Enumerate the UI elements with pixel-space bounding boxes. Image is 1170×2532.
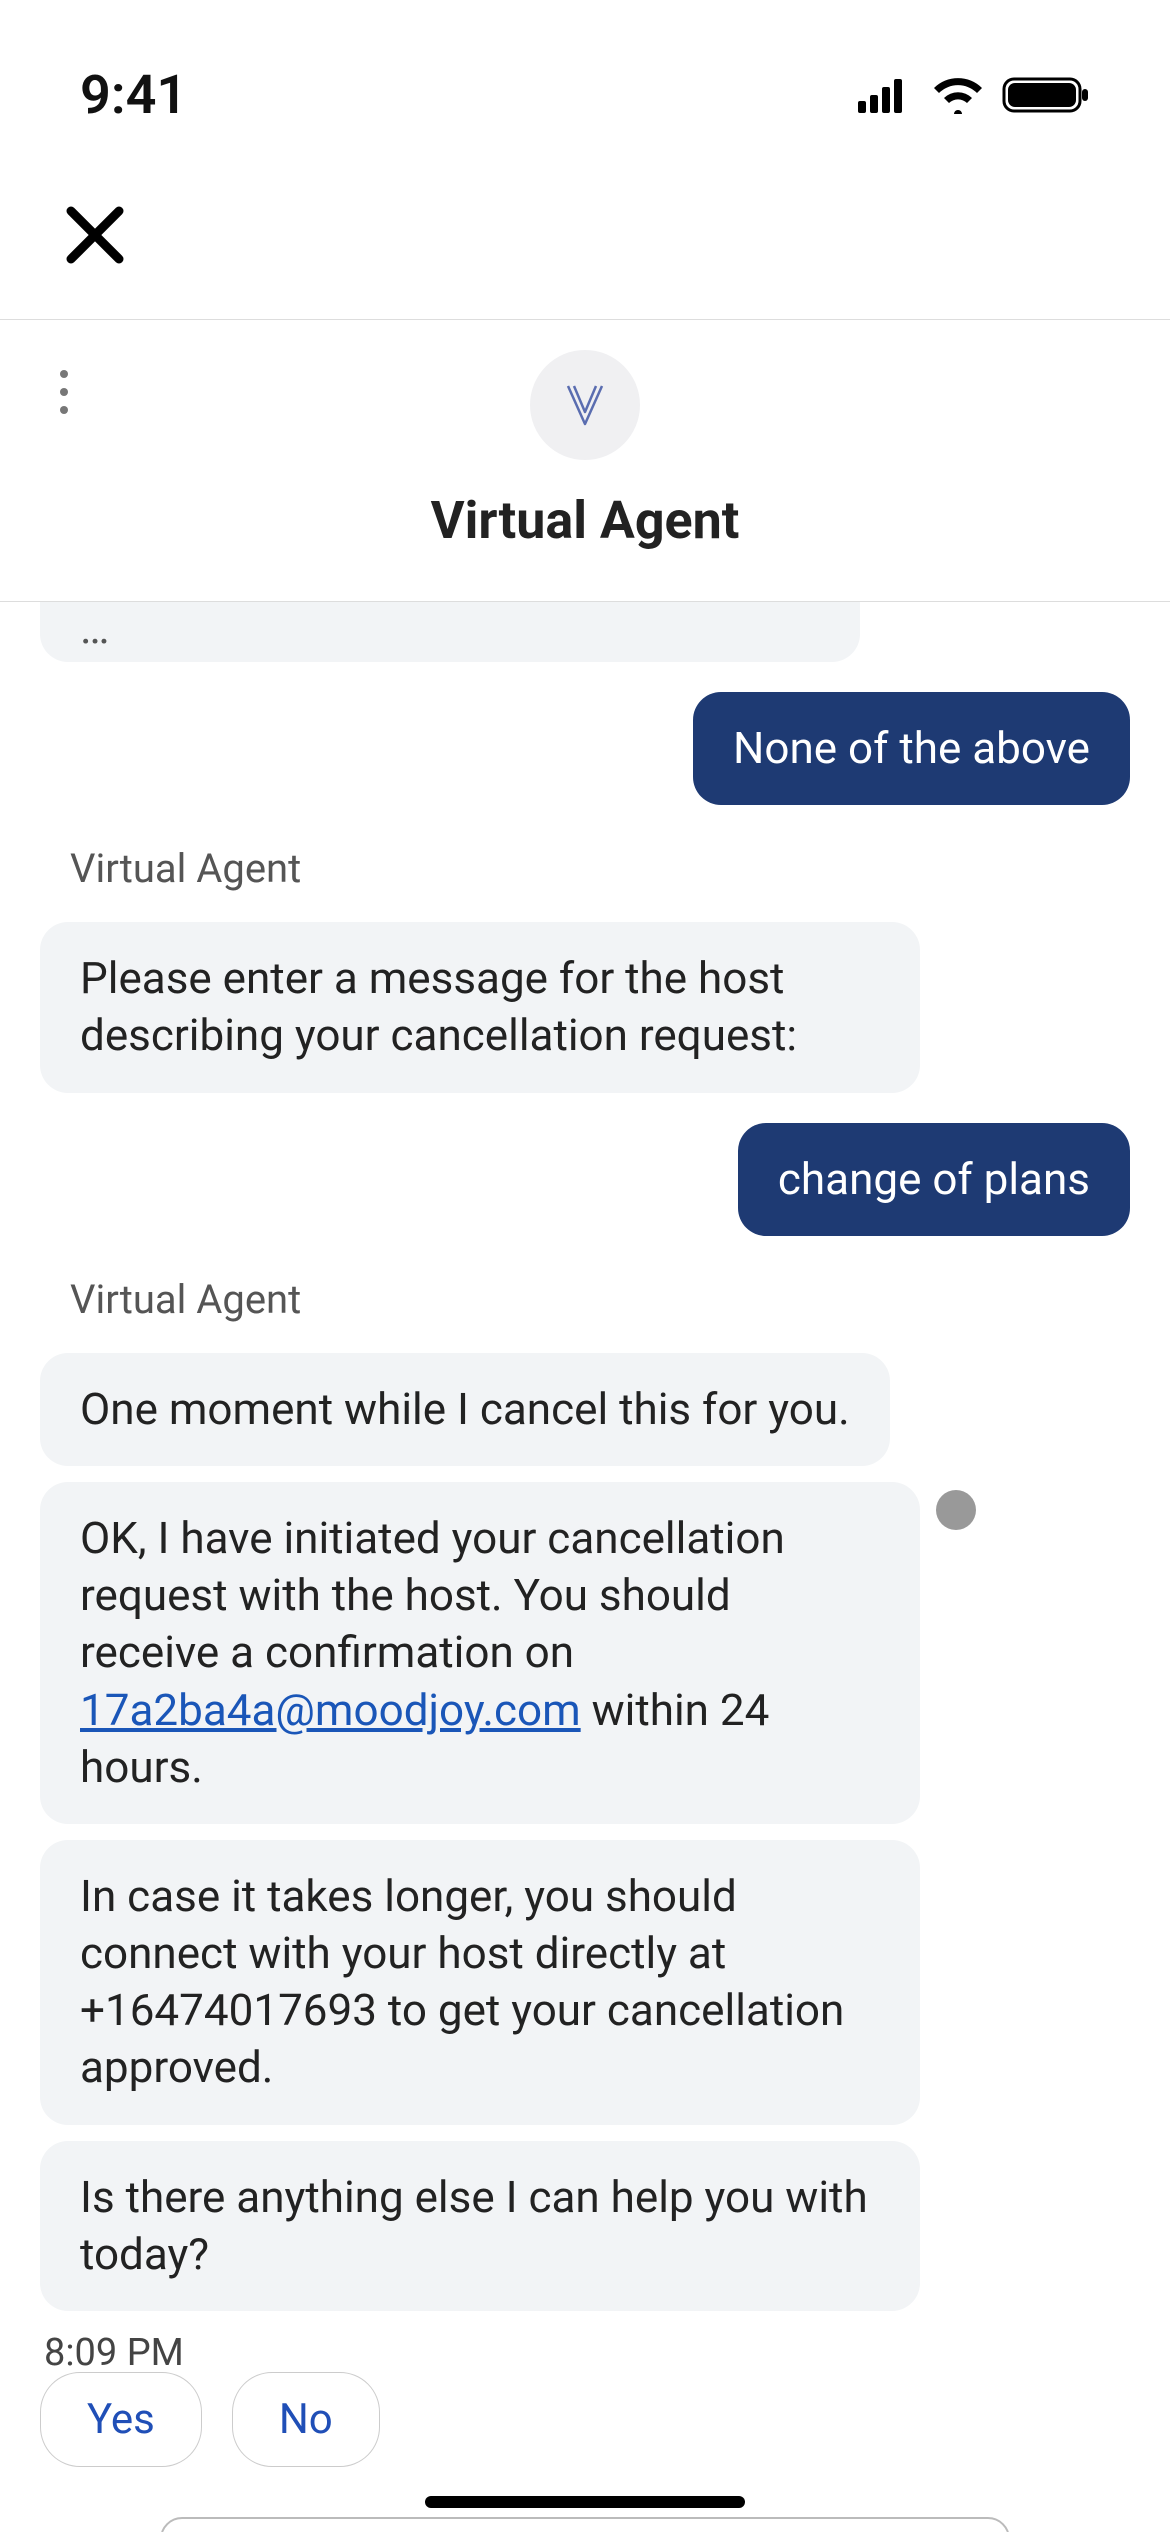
quick-reply-no[interactable]: No bbox=[232, 2372, 380, 2467]
close-icon bbox=[65, 205, 125, 265]
message-partial: … bbox=[40, 602, 860, 662]
sender-label: Virtual Agent bbox=[40, 845, 1130, 892]
email-link[interactable]: 17a2ba4a@moodjoy.com bbox=[80, 1684, 581, 1736]
agent-message: In case it takes longer, you should conn… bbox=[40, 1840, 920, 2125]
status-indicators bbox=[858, 75, 1090, 115]
battery-icon bbox=[1002, 75, 1090, 115]
chat-header: Virtual Agent bbox=[0, 320, 1170, 602]
wifi-icon bbox=[932, 76, 984, 114]
status-time: 9:41 bbox=[80, 64, 187, 127]
agent-message: Please enter a message for the host desc… bbox=[40, 922, 920, 1092]
message-list: … None of the above Virtual Agent Please… bbox=[0, 602, 1170, 2332]
chat-title: Virtual Agent bbox=[0, 490, 1170, 551]
nav-bar bbox=[0, 150, 1170, 320]
agent-message: OK, I have initiated your cancellation r… bbox=[40, 1482, 920, 1824]
user-message: None of the above bbox=[693, 692, 1130, 805]
close-button[interactable] bbox=[50, 190, 140, 280]
sender-label: Virtual Agent bbox=[40, 1276, 1130, 1323]
read-indicator bbox=[936, 1490, 976, 1530]
agent-logo-icon bbox=[560, 380, 610, 430]
home-indicator bbox=[425, 2496, 745, 2508]
agent-message: One moment while I cancel this for you. bbox=[40, 1353, 890, 1466]
message-text: OK, I have initiated your cancellation r… bbox=[80, 1512, 785, 1678]
cellular-icon bbox=[858, 77, 914, 113]
quick-reply-yes[interactable]: Yes bbox=[40, 2372, 202, 2467]
status-bar: 9:41 bbox=[0, 0, 1170, 150]
agent-avatar bbox=[530, 350, 640, 460]
user-message: change of plans bbox=[738, 1123, 1130, 1236]
more-options-button[interactable] bbox=[60, 370, 68, 414]
message-input[interactable]: Type a message bbox=[160, 2517, 1010, 2532]
agent-message: Is there anything else I can help you wi… bbox=[40, 2141, 920, 2311]
message-timestamp: 8:09 PM bbox=[40, 2331, 1130, 2375]
